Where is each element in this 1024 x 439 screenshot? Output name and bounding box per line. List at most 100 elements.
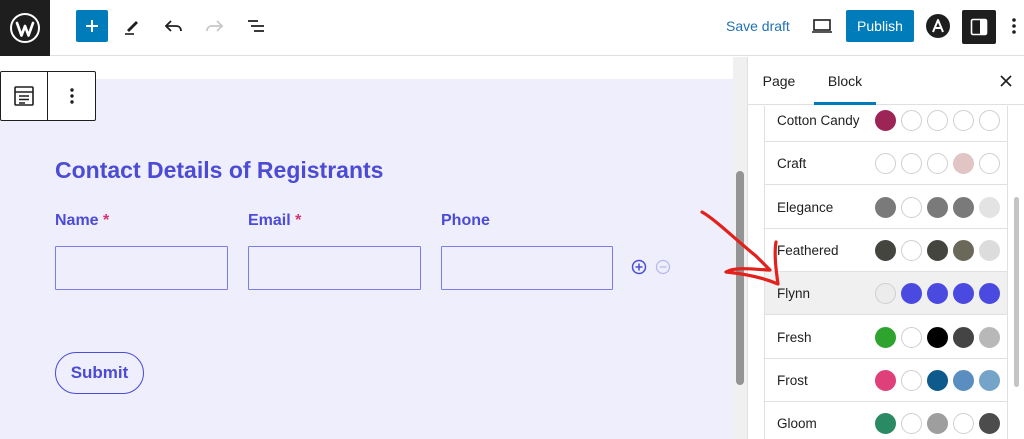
color-swatch <box>979 239 1000 261</box>
name-label-text: Name <box>55 212 99 229</box>
annotation-arrow <box>700 210 780 286</box>
palette-row[interactable]: Fresh <box>765 316 1007 359</box>
color-swatch <box>927 196 948 218</box>
pencil-icon <box>125 21 138 35</box>
palette-name: Cotton Candy <box>777 113 860 128</box>
required-marker: * <box>103 212 110 229</box>
document-overview-button[interactable] <box>242 12 270 40</box>
color-swatch <box>927 369 948 391</box>
color-swatch <box>953 196 974 218</box>
color-swatch <box>979 283 1000 305</box>
tab-page[interactable]: Page <box>756 57 802 105</box>
close-icon <box>1000 75 1012 87</box>
astra-logo-icon <box>926 14 950 38</box>
wordpress-logo-icon <box>10 13 40 43</box>
color-swatch <box>927 153 948 175</box>
color-swatch <box>901 326 922 348</box>
color-swatch <box>901 110 922 131</box>
minus-circle-icon <box>655 259 671 275</box>
options-button[interactable] <box>1004 12 1024 40</box>
undo-button[interactable] <box>160 12 188 40</box>
phone-label-text: Phone <box>441 212 490 229</box>
add-field-button[interactable] <box>630 258 648 276</box>
more-vertical-icon <box>1012 18 1016 34</box>
submit-button[interactable]: Submit <box>55 352 144 394</box>
undo-icon <box>164 20 182 32</box>
editor-top-toolbar: Save draft Publish <box>0 0 1024 56</box>
color-swatch <box>901 283 922 305</box>
color-swatch <box>953 369 974 391</box>
palette-row[interactable]: Craft <box>765 142 1007 186</box>
color-swatch <box>979 369 1000 391</box>
color-swatch <box>901 196 922 218</box>
redo-icon <box>206 20 224 32</box>
color-palette-list: Cotton Candy Craft Elegance Feathered Flynn F… <box>764 106 1008 439</box>
color-swatch <box>875 196 896 218</box>
color-swatch <box>875 326 896 348</box>
preview-button[interactable] <box>808 12 836 40</box>
plus-icon <box>86 20 98 32</box>
desktop-preview-icon <box>812 19 832 33</box>
more-vertical-icon <box>69 88 74 104</box>
palette-row[interactable]: Frost <box>765 359 1007 402</box>
color-swatch <box>901 369 922 391</box>
list-view-icon <box>248 20 264 32</box>
color-swatch <box>875 110 896 131</box>
save-draft-button[interactable]: Save draft <box>716 12 800 40</box>
tab-block[interactable]: Block <box>814 57 876 105</box>
palette-row[interactable]: Elegance <box>765 186 1007 229</box>
email-label-text: Email <box>248 212 291 229</box>
palette-row[interactable]: Cotton Candy <box>765 106 1007 142</box>
sidebar-panel-icon <box>970 18 988 36</box>
color-swatch <box>901 239 922 261</box>
add-block-button[interactable] <box>76 10 108 42</box>
name-input[interactable] <box>55 246 228 290</box>
form-block-type-button[interactable] <box>1 72 49 120</box>
color-swatch <box>875 369 896 391</box>
remove-field-button[interactable] <box>654 258 672 276</box>
color-swatch <box>953 239 974 261</box>
settings-sidebar: Page Block Cotton Candy Craft Elegance Feat… <box>747 57 1024 439</box>
color-swatch <box>979 326 1000 348</box>
color-swatch <box>927 413 948 435</box>
color-swatch <box>953 326 974 348</box>
publish-button[interactable]: Publish <box>846 10 914 42</box>
palette-row[interactable]: Gloom <box>765 402 1007 439</box>
palette-row[interactable]: Flynn <box>765 272 1007 316</box>
sidebar-scrollbar[interactable] <box>1014 197 1019 387</box>
color-swatch <box>979 413 1000 435</box>
close-sidebar-button[interactable] <box>996 71 1016 91</box>
palette-name: Frost <box>777 372 808 388</box>
color-swatch <box>875 283 896 305</box>
redo-button[interactable] <box>200 12 228 40</box>
color-swatch <box>901 413 922 435</box>
astra-settings-button[interactable] <box>924 12 952 40</box>
email-input[interactable] <box>248 246 421 290</box>
block-toolbar <box>0 71 96 121</box>
palette-name: Gloom <box>777 416 817 432</box>
settings-sidebar-toggle[interactable] <box>962 10 996 44</box>
color-swatch <box>901 153 922 175</box>
color-swatch <box>979 110 1000 131</box>
color-swatch <box>953 283 974 305</box>
required-marker: * <box>295 212 302 229</box>
form-block-icon <box>14 86 34 106</box>
palette-name: Feathered <box>777 242 839 258</box>
block-options-button[interactable] <box>48 72 95 120</box>
email-field-label: Email * <box>248 212 301 230</box>
color-swatch <box>927 110 948 131</box>
color-swatch <box>979 153 1000 175</box>
name-field-label: Name * <box>55 212 109 230</box>
sidebar-tabs: Page Block <box>748 57 1024 105</box>
phone-input[interactable] <box>441 246 613 290</box>
palette-row[interactable]: Feathered <box>765 229 1007 272</box>
wordpress-logo-button[interactable] <box>0 0 50 56</box>
palette-name: Craft <box>777 156 807 172</box>
tools-button[interactable] <box>118 12 146 40</box>
color-swatch <box>953 413 974 435</box>
color-swatch <box>875 413 896 435</box>
color-swatch <box>979 196 1000 218</box>
color-swatch <box>953 110 974 131</box>
plus-circle-icon <box>631 259 647 275</box>
color-swatch <box>953 153 974 175</box>
